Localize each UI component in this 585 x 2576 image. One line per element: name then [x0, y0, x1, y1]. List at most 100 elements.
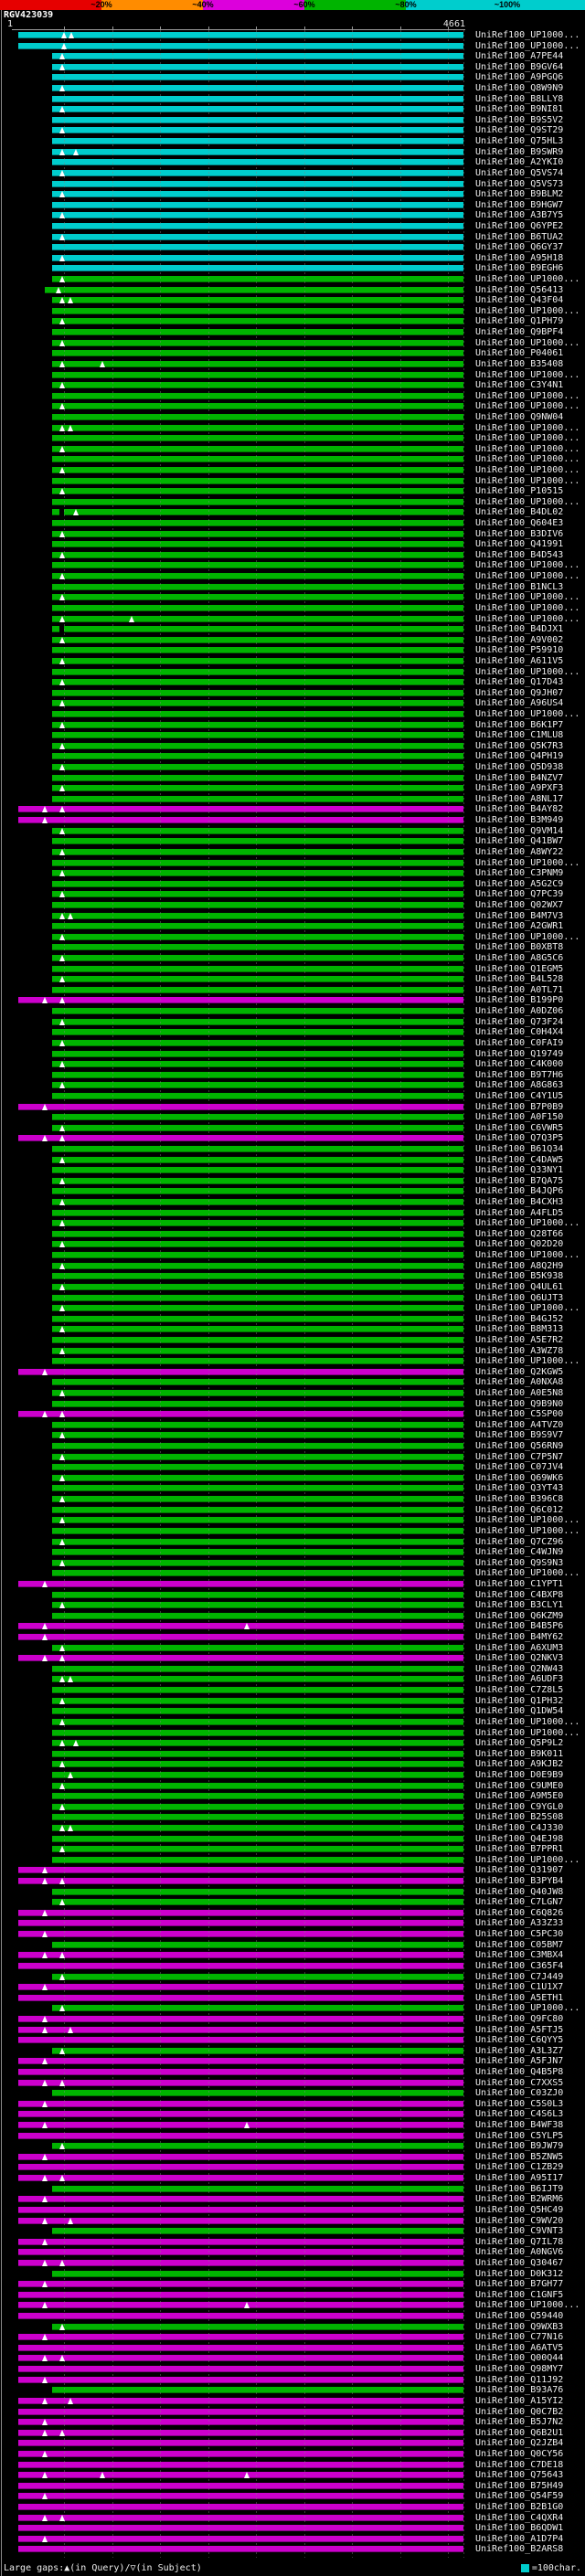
- hit-label[interactable]: UniRef100_B75H49: [475, 2481, 563, 2491]
- hit-bar[interactable]: [51, 1496, 463, 1503]
- hit-label[interactable]: UniRef100_UP1000...: [475, 476, 580, 486]
- hit-bar[interactable]: [51, 689, 463, 696]
- hit-bar[interactable]: [17, 2355, 463, 2362]
- hit-bar[interactable]: [51, 509, 60, 516]
- hit-label[interactable]: UniRef100_UP1000...: [475, 31, 580, 40]
- hit-label[interactable]: UniRef100_Q98MY7: [475, 2365, 563, 2374]
- hit-bar[interactable]: [51, 371, 463, 378]
- hit-label[interactable]: UniRef100_UP1000...: [475, 444, 580, 454]
- hit-label[interactable]: UniRef100_B4DL02: [475, 508, 563, 517]
- hit-bar[interactable]: [51, 488, 463, 495]
- hit-label[interactable]: UniRef100_P59910: [475, 646, 563, 655]
- hit-label[interactable]: UniRef100_A95I17: [475, 2174, 563, 2183]
- hit-bar[interactable]: [17, 2408, 463, 2415]
- hit-bar[interactable]: [17, 2334, 463, 2341]
- hit-bar[interactable]: [51, 2387, 463, 2394]
- hit-bar[interactable]: [17, 2217, 463, 2224]
- hit-label[interactable]: UniRef100_A6XUM3: [475, 1643, 563, 1653]
- hit-label[interactable]: UniRef100_A3B7Y5: [475, 211, 563, 220]
- hit-label[interactable]: UniRef100_Q8W9N9: [475, 84, 563, 93]
- hit-bar[interactable]: [51, 859, 463, 866]
- hit-label[interactable]: UniRef100_B9S9V7: [475, 1431, 563, 1440]
- hit-label[interactable]: UniRef100_B25S08: [475, 1813, 563, 1822]
- hit-label[interactable]: UniRef100_D0K312: [475, 2269, 563, 2279]
- hit-label[interactable]: UniRef100_Q02WX7: [475, 900, 563, 910]
- hit-bar[interactable]: [51, 53, 463, 60]
- hit-label[interactable]: UniRef100_C05BM7: [475, 1940, 563, 1950]
- hit-label[interactable]: UniRef100_A95H18: [475, 253, 563, 263]
- hit-bar[interactable]: [51, 201, 463, 208]
- hit-bar[interactable]: [51, 1262, 463, 1269]
- hit-label[interactable]: UniRef100_Q3YT43: [475, 1484, 563, 1493]
- hit-bar[interactable]: [17, 997, 463, 1004]
- hit-label[interactable]: UniRef100_B3PYB4: [475, 1877, 563, 1886]
- hit-bar[interactable]: [51, 1220, 463, 1227]
- hit-bar[interactable]: [51, 1474, 463, 1481]
- hit-bar[interactable]: [51, 530, 463, 537]
- hit-label[interactable]: UniRef100_A3L3Z7: [475, 2046, 563, 2056]
- hit-bar[interactable]: [17, 2366, 463, 2373]
- hit-bar[interactable]: [51, 466, 463, 473]
- hit-bar[interactable]: [51, 116, 463, 123]
- hit-label[interactable]: UniRef100_UP1000...: [475, 1304, 580, 1313]
- hit-bar[interactable]: [51, 1082, 463, 1089]
- hit-bar[interactable]: [17, 2069, 463, 2075]
- hit-bar[interactable]: [51, 254, 463, 261]
- hit-bar[interactable]: [51, 668, 463, 675]
- hit-bar[interactable]: [51, 976, 463, 983]
- hit-bar[interactable]: [17, 1931, 463, 1938]
- hit-bar[interactable]: [51, 541, 463, 548]
- hit-label[interactable]: UniRef100_B4DJX1: [475, 625, 563, 634]
- hit-label[interactable]: UniRef100_B3M949: [475, 816, 563, 825]
- hit-bar[interactable]: [51, 870, 463, 877]
- hit-label[interactable]: UniRef100_UP1000...: [475, 497, 580, 507]
- hit-label[interactable]: UniRef100_Q7CZ96: [475, 1537, 563, 1547]
- hit-label[interactable]: UniRef100_B5ZNW5: [475, 2152, 563, 2162]
- hit-label[interactable]: UniRef100_UP1000...: [475, 603, 580, 613]
- hit-label[interactable]: UniRef100_A9KJB2: [475, 1760, 563, 1769]
- hit-label[interactable]: UniRef100_C4S6L3: [475, 2110, 563, 2119]
- hit-label[interactable]: UniRef100_Q6YPE2: [475, 221, 563, 231]
- hit-label[interactable]: UniRef100_Q7PC39: [475, 890, 563, 899]
- hit-label[interactable]: UniRef100_Q1PH79: [475, 317, 563, 326]
- hit-bar[interactable]: [51, 1188, 463, 1195]
- hit-bar[interactable]: [17, 806, 463, 813]
- hit-bar[interactable]: [51, 413, 463, 420]
- hit-label[interactable]: UniRef100_Q0CY56: [475, 2449, 563, 2459]
- hit-bar[interactable]: [51, 1846, 463, 1853]
- hit-label[interactable]: UniRef100_Q02D20: [475, 1240, 563, 1249]
- hit-label[interactable]: UniRef100_Q4PH19: [475, 752, 563, 761]
- hit-bar[interactable]: [51, 339, 463, 346]
- hit-bar[interactable]: [51, 1018, 463, 1025]
- hit-bar[interactable]: [51, 955, 463, 962]
- hit-bar[interactable]: [51, 1888, 463, 1895]
- hit-label[interactable]: UniRef100_Q5P9L2: [475, 1739, 563, 1748]
- hit-label[interactable]: UniRef100_C4BXP8: [475, 1590, 563, 1600]
- hit-label[interactable]: UniRef100_B9SWR9: [475, 147, 563, 157]
- hit-label[interactable]: UniRef100_Q2KGW5: [475, 1367, 563, 1377]
- hit-label[interactable]: UniRef100_B61Q34: [475, 1144, 563, 1154]
- hit-bar[interactable]: [51, 1039, 463, 1046]
- hit-bar[interactable]: [51, 276, 463, 283]
- hit-label[interactable]: UniRef100_C7Z8L5: [475, 1686, 563, 1695]
- hit-label[interactable]: UniRef100_Q54F59: [475, 2492, 563, 2501]
- hit-bar[interactable]: [51, 1559, 463, 1566]
- hit-bar[interactable]: [51, 1708, 463, 1715]
- hit-bar[interactable]: [17, 2122, 463, 2129]
- hit-label[interactable]: UniRef100_C5YLP5: [475, 2131, 563, 2141]
- hit-label[interactable]: UniRef100_Q5VS73: [475, 179, 563, 189]
- hit-label[interactable]: UniRef100_Q59440: [475, 2312, 563, 2321]
- hit-bar[interactable]: [51, 1358, 463, 1365]
- hit-bar[interactable]: [17, 2206, 463, 2213]
- hit-label[interactable]: UniRef100_B8LLY8: [475, 94, 563, 104]
- hit-bar[interactable]: [51, 159, 463, 166]
- hit-bar[interactable]: [51, 1591, 463, 1598]
- hit-bar[interactable]: [51, 573, 463, 580]
- hit-bar[interactable]: [51, 63, 463, 70]
- hit-bar[interactable]: [51, 1517, 463, 1524]
- hit-bar[interactable]: [17, 1867, 463, 1874]
- hit-bar[interactable]: [51, 74, 463, 81]
- hit-bar[interactable]: [51, 1283, 463, 1290]
- hit-label[interactable]: UniRef100_B4AY82: [475, 805, 563, 814]
- hit-bar[interactable]: [51, 1835, 463, 1842]
